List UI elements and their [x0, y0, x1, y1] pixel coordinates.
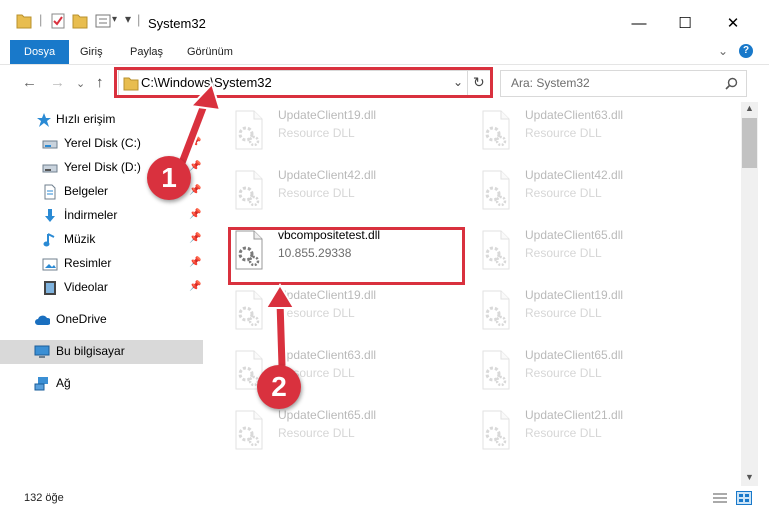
step-2-badge: 2	[257, 365, 301, 409]
arrow-2	[264, 283, 296, 367]
step-1-badge: 1	[147, 156, 191, 200]
arrow-1	[174, 82, 222, 170]
annotation-arrows	[174, 82, 296, 367]
explorer-window: | ▾ ▾ | System32 — ☐ ✕ Dosya Giriş Payla…	[0, 0, 769, 523]
